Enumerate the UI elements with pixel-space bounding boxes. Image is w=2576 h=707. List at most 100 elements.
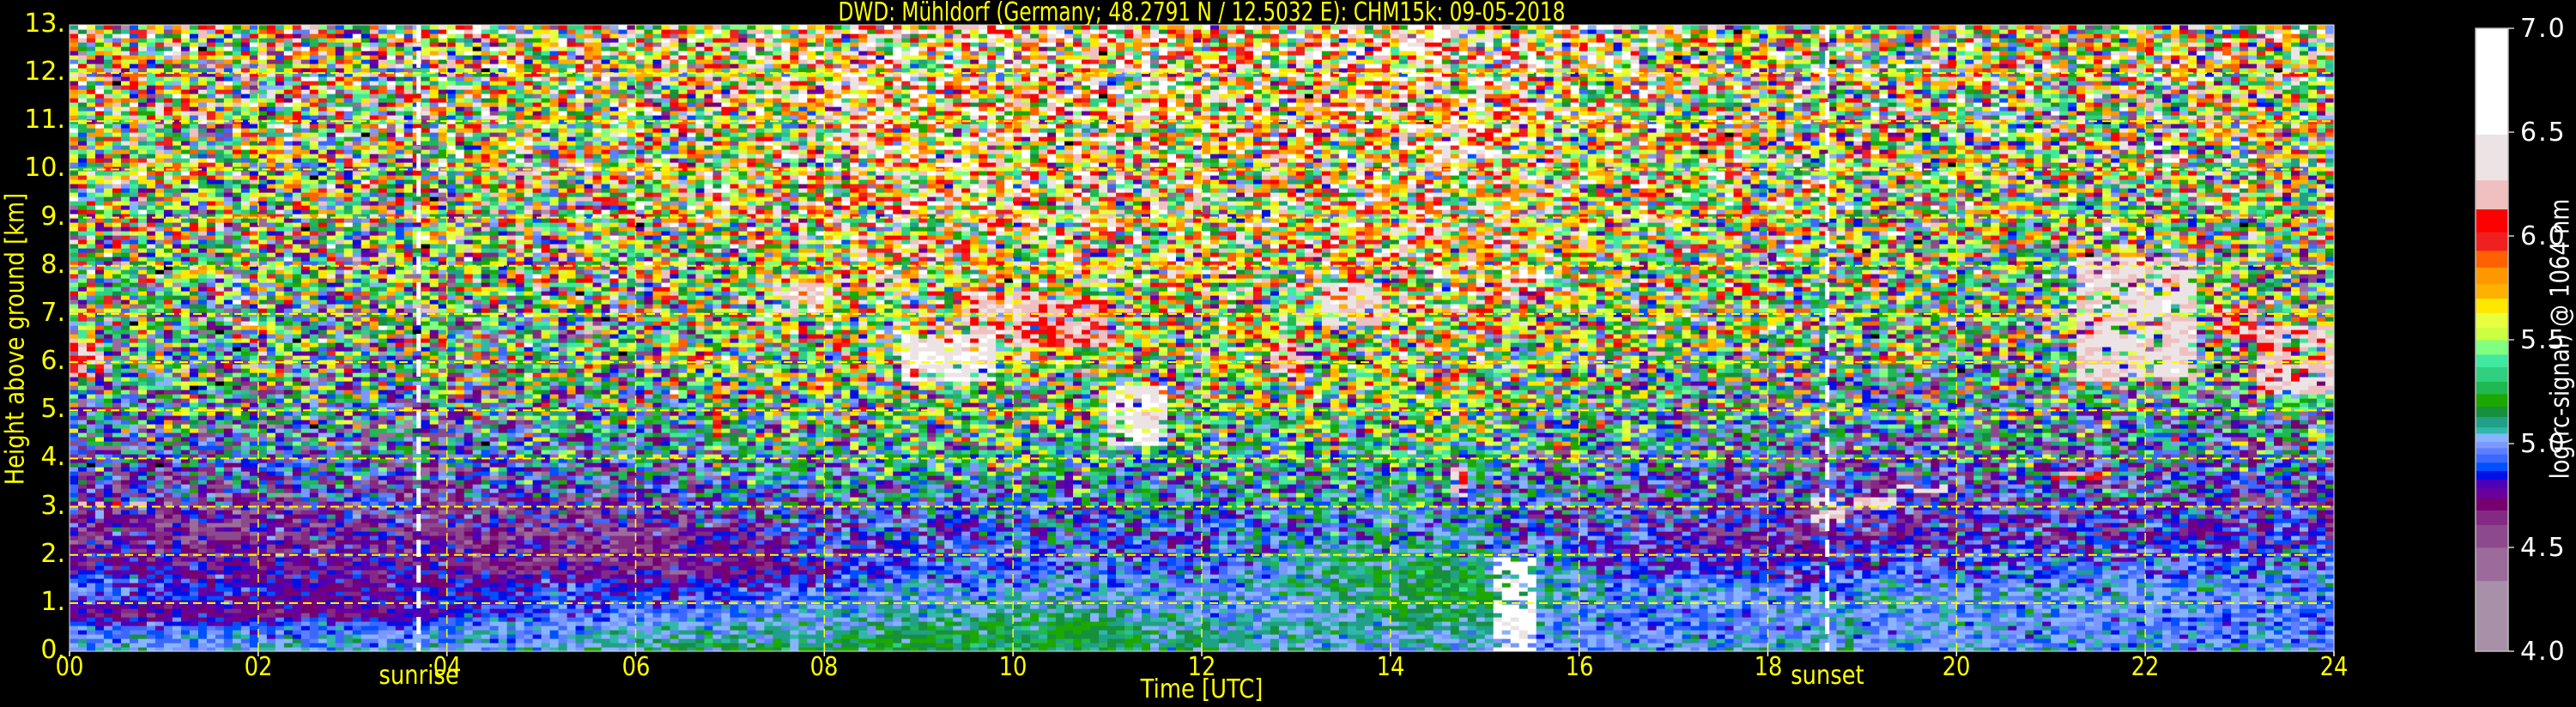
heatmap-cell [121, 518, 130, 523]
heatmap-cell [95, 510, 105, 515]
heatmap-cell [70, 329, 79, 335]
heatmap-cell [87, 94, 96, 99]
heatmap-cell [121, 201, 130, 206]
heatmap-cell [70, 385, 79, 390]
heatmap-cell [104, 394, 113, 399]
heatmap-cell [121, 462, 130, 468]
heatmap-cell [121, 321, 130, 326]
heatmap-cell [87, 205, 96, 210]
heatmap-cell [112, 248, 122, 253]
heatmap-cell [87, 209, 96, 215]
heatmap-cell [87, 428, 96, 433]
heatmap-cell [78, 544, 88, 549]
heatmap-cell [78, 239, 88, 245]
heatmap-cell [78, 295, 88, 300]
heatmap-cell [95, 222, 105, 227]
heatmap-cell [121, 299, 130, 305]
heatmap-cell [112, 561, 122, 566]
heatmap-cell [70, 411, 79, 416]
heatmap-cell [87, 222, 96, 227]
heatmap-cell [112, 467, 122, 472]
heatmap-cell [87, 540, 96, 545]
heatmap-cell [78, 583, 88, 588]
heatmap-cell [112, 368, 122, 373]
heatmap-cell [104, 192, 113, 197]
heatmap-cell [95, 527, 105, 532]
heatmap-cell [112, 398, 122, 403]
heatmap-cell [70, 625, 79, 631]
heatmap-cell [104, 102, 113, 107]
heatmap-cell [121, 437, 130, 442]
heatmap-cell [70, 136, 79, 142]
heatmap-cell [104, 432, 113, 438]
heatmap-cell [70, 432, 79, 438]
heatmap-cell [87, 437, 96, 442]
heatmap-cell [112, 608, 122, 613]
heatmap-cell [95, 257, 105, 262]
heatmap-cell [121, 175, 130, 180]
heatmap-cell [95, 63, 105, 69]
heatmap-cell [70, 184, 79, 189]
heatmap-cell [104, 621, 113, 626]
heatmap-cell [87, 381, 96, 386]
heatmap-cell [95, 475, 105, 480]
heatmap-cell [78, 471, 88, 476]
heatmap-cell [87, 29, 96, 34]
heatmap-cell [87, 76, 96, 82]
heatmap-cell [78, 149, 88, 154]
heatmap-cell [70, 55, 79, 60]
heatmap-cell [121, 617, 130, 622]
heatmap-cell [121, 274, 130, 279]
heatmap-cell [104, 420, 113, 425]
heatmap-cell [95, 278, 105, 283]
heatmap-cell [78, 42, 88, 47]
heatmap-cell [112, 218, 122, 223]
heatmap-cell [112, 98, 122, 103]
heatmap-cell [78, 209, 88, 215]
heatmap-cell [95, 128, 105, 133]
heatmap-cell [78, 63, 88, 69]
heatmap-cell [70, 578, 79, 583]
heatmap-cell [112, 38, 122, 43]
heatmap-cell [104, 347, 113, 352]
heatmap-cell [78, 630, 88, 635]
heatmap-cell [78, 76, 88, 82]
heatmap-cell [87, 471, 96, 476]
heatmap-cell [70, 535, 79, 541]
heatmap-cell [121, 587, 130, 592]
heatmap-cell [87, 441, 96, 446]
heatmap-cell [95, 462, 105, 468]
heatmap-cell [95, 437, 105, 442]
heatmap-cell [104, 68, 113, 73]
heatmap-cell [70, 158, 79, 163]
heatmap-cell [95, 583, 105, 588]
heatmap-cell [112, 209, 122, 215]
heatmap-cell [95, 565, 105, 571]
heatmap-cell [78, 106, 88, 112]
heatmap-cell [87, 570, 96, 575]
heatmap-cell [104, 364, 113, 369]
heatmap-cell [78, 501, 88, 506]
heatmap-cell [70, 291, 79, 296]
heatmap-cell [78, 321, 88, 326]
heatmap-cell [104, 510, 113, 515]
heatmap-cell [95, 209, 105, 215]
heatmap-cell [95, 480, 105, 485]
heatmap-cell [78, 334, 88, 339]
heatmap-cell [112, 149, 122, 154]
heatmap-cell [121, 171, 130, 176]
heatmap-cell [70, 128, 79, 133]
heatmap-cell [70, 42, 79, 47]
heatmap-cell [112, 115, 122, 120]
heatmap-cell [78, 231, 88, 236]
heatmap-cell [95, 188, 105, 193]
heatmap-cell [87, 621, 96, 626]
heatmap-cell [70, 540, 79, 545]
heatmap-cell [87, 111, 96, 116]
heatmap-cell [70, 111, 79, 116]
heatmap-cell [121, 377, 130, 382]
heatmap-cell [78, 81, 88, 86]
heatmap-cell [70, 162, 79, 167]
heatmap-cell [95, 441, 105, 446]
heatmap-cell [78, 355, 88, 360]
